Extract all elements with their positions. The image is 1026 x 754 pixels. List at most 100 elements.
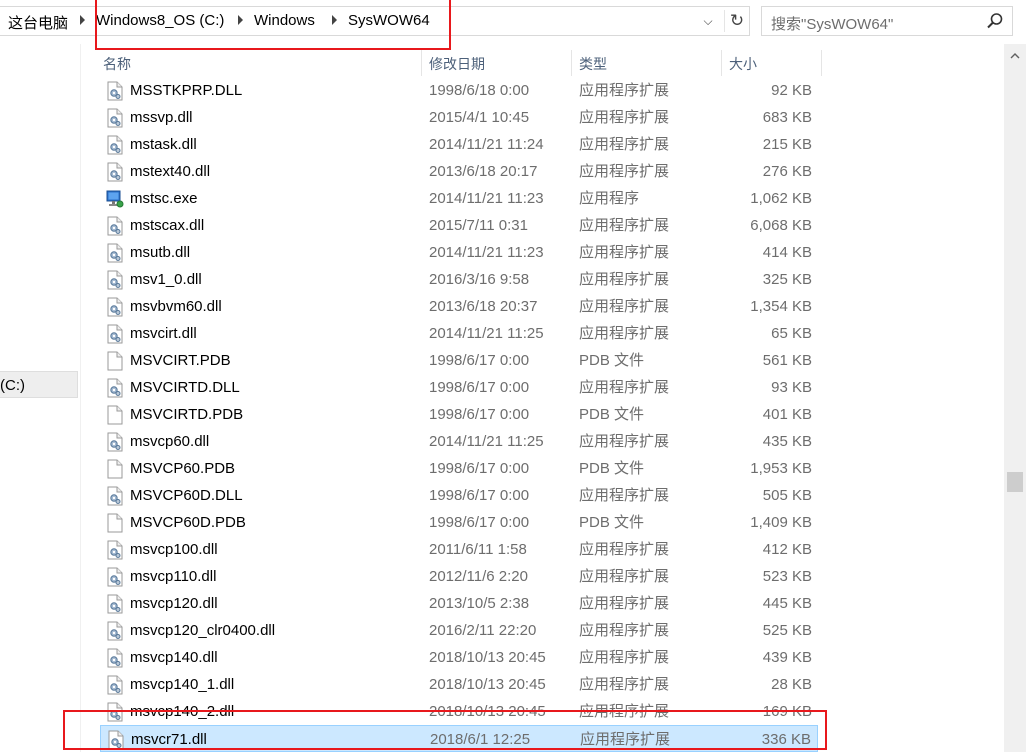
file-row[interactable]: MSVCIRTD.DLL 1998/6/17 0:00 应用程序扩展 93 KB [100, 374, 818, 401]
selected-file-highlight-box [63, 710, 827, 750]
file-name: MSVCP60.PDB [130, 460, 236, 477]
column-divider[interactable] [421, 50, 422, 76]
vertical-scrollbar[interactable] [1004, 44, 1026, 752]
file-row[interactable]: msvcp110.dll 2012/11/6 2:20 应用程序扩展 523 K… [100, 563, 818, 590]
file-size: 276 KB [762, 163, 812, 180]
column-type[interactable]: 类型 [579, 50, 607, 76]
exe-icon [106, 189, 124, 209]
file-date: 2014/11/21 11:24 [429, 136, 544, 153]
search-placeholder: 搜索"SysWOW64" [771, 16, 894, 33]
file-row[interactable]: MSVCP60D.DLL 1998/6/17 0:00 应用程序扩展 505 K… [100, 482, 818, 509]
file-type: 应用程序 [579, 190, 640, 207]
file-row[interactable]: mstscax.dll 2015/7/11 0:31 应用程序扩展 6,068 … [100, 212, 818, 239]
file-date: 1998/6/17 0:00 [429, 352, 530, 369]
scroll-up-icon[interactable] [1004, 48, 1026, 64]
file-row[interactable]: MSVCIRT.PDB 1998/6/17 0:00 PDB 文件 561 KB [100, 347, 818, 374]
file-name: msv1_0.dll [130, 271, 202, 288]
file-name: msvcirt.dll [130, 325, 197, 342]
file-date: 2016/2/11 22:20 [429, 622, 537, 639]
file-date: 2013/6/18 20:17 [429, 163, 538, 180]
file-type: 应用程序扩展 [579, 649, 670, 666]
column-divider[interactable] [821, 50, 822, 76]
file-row[interactable]: msv1_0.dll 2016/3/16 9:58 应用程序扩展 325 KB [100, 266, 818, 293]
file-name: mstscax.dll [130, 217, 205, 234]
file-row[interactable]: MSVCP60.PDB 1998/6/17 0:00 PDB 文件 1,953 … [100, 455, 818, 482]
dll-icon [106, 594, 124, 614]
file-size: 401 KB [762, 406, 812, 423]
file-date: 2016/3/16 9:58 [429, 271, 530, 288]
search-icon[interactable] [986, 12, 1004, 30]
dll-icon [106, 216, 124, 236]
file-row[interactable]: MSSTKPRP.DLL 1998/6/18 0:00 应用程序扩展 92 KB [100, 77, 818, 104]
chevron-down-icon[interactable]: ⌵ [698, 10, 718, 32]
dll-icon [106, 675, 124, 695]
file-date: 1998/6/17 0:00 [429, 487, 530, 504]
file-name: msvcp110.dll [130, 568, 217, 585]
file-date: 2015/7/11 0:31 [429, 217, 528, 234]
file-name: MSVCP60D.DLL [130, 487, 243, 504]
file-size: 92 KB [771, 82, 812, 99]
file-row[interactable]: msvcirt.dll 2014/11/21 11:25 应用程序扩展 65 K… [100, 320, 818, 347]
file-date: 1998/6/17 0:00 [429, 514, 530, 531]
file-size: 525 KB [762, 622, 812, 639]
file-type: 应用程序扩展 [579, 487, 670, 504]
file-row[interactable]: msvcp120.dll 2013/10/5 2:38 应用程序扩展 445 K… [100, 590, 818, 617]
file-name: mstext40.dll [130, 163, 211, 180]
column-date[interactable]: 修改日期 [429, 50, 485, 76]
file-size: 28 KB [771, 676, 812, 693]
file-type: PDB 文件 [579, 406, 645, 423]
search-input[interactable]: 搜索"SysWOW64" [761, 6, 1013, 36]
dll-icon [106, 297, 124, 317]
file-icon [106, 459, 124, 479]
refresh-icon[interactable]: ↻ [724, 10, 749, 32]
file-name: MSVCIRTD.PDB [130, 406, 244, 423]
column-divider[interactable] [571, 50, 572, 76]
file-row[interactable]: MSVCIRTD.PDB 1998/6/17 0:00 PDB 文件 401 K… [100, 401, 818, 428]
scroll-thumb[interactable] [1007, 472, 1023, 492]
file-row[interactable]: msvcp60.dll 2014/11/21 11:25 应用程序扩展 435 … [100, 428, 818, 455]
file-type: 应用程序扩展 [579, 244, 670, 261]
file-name: msvcp60.dll [130, 433, 210, 450]
crumb-this-pc[interactable]: 这台电脑 [8, 12, 68, 33]
file-date: 1998/6/17 0:00 [429, 460, 530, 477]
crumb-separator-icon[interactable] [80, 15, 85, 25]
file-type: 应用程序扩展 [579, 595, 670, 612]
file-row[interactable]: mstsc.exe 2014/11/21 11:23 应用程序 1,062 KB [100, 185, 818, 212]
file-type: 应用程序扩展 [579, 271, 670, 288]
file-size: 1,409 KB [750, 514, 812, 531]
file-size: 439 KB [762, 649, 812, 666]
address-highlight-box [95, 0, 451, 50]
file-row[interactable]: msvcp100.dll 2011/6/11 1:58 应用程序扩展 412 K… [100, 536, 818, 563]
file-size: 65 KB [771, 325, 812, 342]
dll-icon [106, 648, 124, 668]
file-row[interactable]: MSVCP60D.PDB 1998/6/17 0:00 PDB 文件 1,409… [100, 509, 818, 536]
column-size[interactable]: 大小 [729, 50, 757, 76]
file-size: 683 KB [762, 109, 812, 126]
column-divider[interactable] [721, 50, 722, 76]
file-size: 1,062 KB [750, 190, 812, 207]
file-date: 1998/6/18 0:00 [429, 82, 530, 99]
file-date: 2013/10/5 2:38 [429, 595, 530, 612]
column-name[interactable]: 名称 [103, 50, 131, 76]
file-row[interactable]: mstask.dll 2014/11/21 11:24 应用程序扩展 215 K… [100, 131, 818, 158]
file-row[interactable]: msutb.dll 2014/11/21 11:23 应用程序扩展 414 KB [100, 239, 818, 266]
file-type: 应用程序扩展 [579, 298, 670, 315]
file-type: 应用程序扩展 [579, 217, 670, 234]
file-date: 2018/10/13 20:45 [429, 649, 546, 666]
file-row[interactable]: msvcp140.dll 2018/10/13 20:45 应用程序扩展 439… [100, 644, 818, 671]
file-row[interactable]: msvcp120_clr0400.dll 2016/2/11 22:20 应用程… [100, 617, 818, 644]
file-size: 412 KB [762, 541, 812, 558]
file-name: msvbvm60.dll [130, 298, 222, 315]
file-row[interactable]: mssvp.dll 2015/4/1 10:45 应用程序扩展 683 KB [100, 104, 818, 131]
file-size: 1,953 KB [750, 460, 812, 477]
file-row[interactable]: msvcp140_1.dll 2018/10/13 20:45 应用程序扩展 2… [100, 671, 818, 698]
nav-item-drive-c[interactable]: (C:) [0, 371, 78, 398]
file-type: 应用程序扩展 [579, 82, 670, 99]
file-row[interactable]: mstext40.dll 2013/6/18 20:17 应用程序扩展 276 … [100, 158, 818, 185]
file-row[interactable]: msvbvm60.dll 2013/6/18 20:37 应用程序扩展 1,35… [100, 293, 818, 320]
file-name: MSVCP60D.PDB [130, 514, 246, 531]
file-date: 2014/11/21 11:25 [429, 325, 544, 342]
dll-icon [106, 270, 124, 290]
file-name: msutb.dll [130, 244, 191, 261]
file-name: mssvp.dll [130, 109, 193, 126]
